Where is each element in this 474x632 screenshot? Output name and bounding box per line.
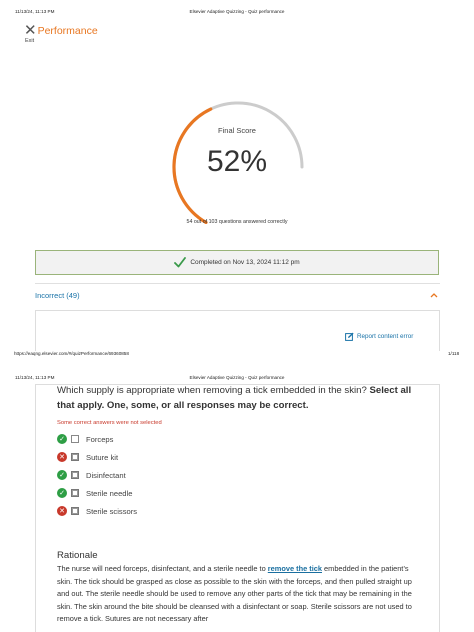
rationale-heading: Rationale	[57, 550, 98, 561]
option-checkbox[interactable]	[71, 435, 79, 443]
print-url: https://eaqng.elsevier.com/#/quizPerform…	[14, 351, 129, 356]
option-label: Forceps	[86, 434, 114, 444]
header: ✕ Performance	[24, 23, 98, 38]
remove-the-tick-link[interactable]: remove the tick	[268, 564, 322, 573]
option-item: ✕ Suture kit	[57, 451, 137, 463]
print-page-title: Elsevier Adaptive Quizzing - Quiz perfor…	[189, 375, 285, 380]
correct-icon: ✓	[57, 470, 67, 480]
page-title: Performance	[37, 24, 98, 37]
question-stem: Which supply is appropriate when removin…	[57, 385, 367, 396]
option-item: ✕ Sterile scissors	[57, 505, 137, 517]
print-page-number: 1/118	[448, 351, 460, 356]
completed-text: Completed on Nov 13, 2024 11:12 pm	[190, 259, 300, 266]
question-panel	[35, 310, 440, 351]
option-checkbox[interactable]	[71, 489, 79, 497]
answer-feedback: Some correct answers were not selected	[57, 420, 162, 426]
edit-icon	[345, 332, 354, 341]
option-item: ✓ Forceps	[57, 433, 137, 445]
option-checkbox[interactable]	[71, 507, 79, 515]
question-text: Which supply is appropriate when removin…	[57, 384, 423, 413]
chevron-up-icon[interactable]	[430, 292, 438, 298]
option-label: Sterile needle	[86, 488, 133, 498]
completed-banner: Completed on Nov 13, 2024 11:12 pm	[35, 250, 439, 275]
option-item: ✓ Disinfectant	[57, 469, 137, 481]
option-item: ✓ Sterile needle	[57, 487, 137, 499]
report-content-error-link[interactable]: Report content error	[345, 332, 413, 341]
print-page-title: Elsevier Adaptive Quizzing - Quiz perfor…	[189, 9, 285, 14]
rationale-text: The nurse will need forceps, disinfectan…	[57, 563, 425, 632]
option-label: Disinfectant	[86, 470, 126, 480]
correct-icon: ✓	[57, 488, 67, 498]
exit-link[interactable]: Exit	[25, 38, 34, 44]
rationale-part: The nurse will need forceps, disinfectan…	[57, 564, 268, 573]
option-label: Sterile scissors	[86, 506, 138, 516]
report-label: Report content error	[357, 333, 414, 340]
close-icon[interactable]: ✕	[24, 23, 37, 38]
answered-summary: 54 out of 103 questions answered correct…	[186, 219, 288, 225]
divider	[35, 283, 440, 284]
incorrect-icon: ✕	[57, 506, 67, 516]
option-label: Suture kit	[86, 452, 119, 462]
option-checkbox[interactable]	[71, 471, 79, 479]
checkmark-icon	[174, 257, 187, 268]
correct-icon: ✓	[57, 434, 67, 444]
score-percent: 52%	[206, 145, 268, 178]
options-list: ✓ Forceps ✕ Suture kit ✓ Disinfectant ✓ …	[57, 433, 137, 517]
option-checkbox[interactable]	[71, 453, 79, 461]
incorrect-icon: ✕	[57, 452, 67, 462]
final-score-label: Final Score	[218, 126, 256, 135]
incorrect-section-toggle[interactable]: Incorrect (49)	[35, 291, 80, 300]
